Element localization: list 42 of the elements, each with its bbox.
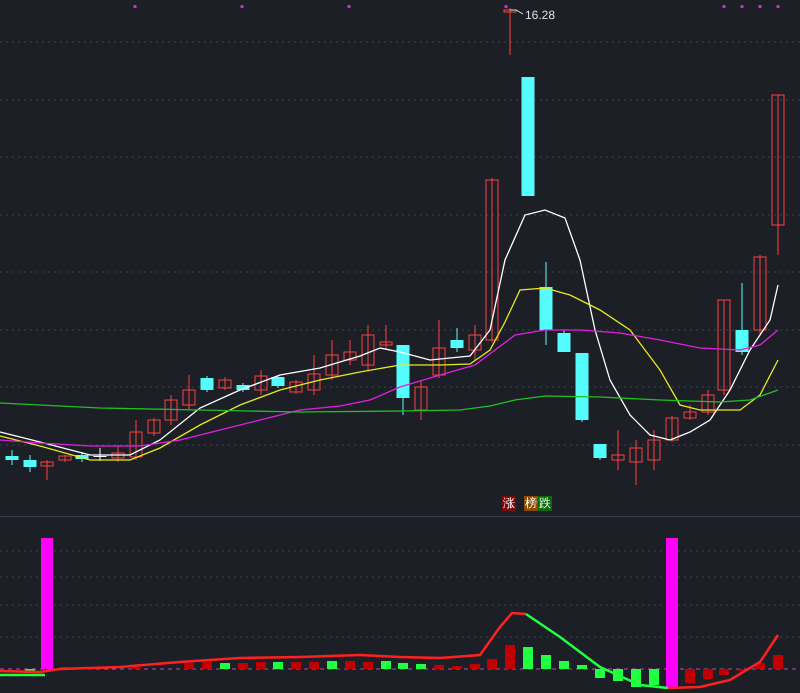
candle — [76, 452, 88, 462]
candle — [468, 324, 482, 360]
candle — [594, 444, 606, 460]
candle — [130, 420, 142, 460]
candle — [254, 370, 268, 396]
chart-tag: 榜 — [524, 496, 538, 511]
candle — [362, 324, 374, 370]
candle — [24, 454, 36, 472]
candle — [558, 330, 570, 352]
candle — [6, 450, 18, 466]
candle — [414, 380, 428, 420]
candle — [684, 404, 696, 420]
candle — [290, 380, 302, 394]
candle — [648, 430, 660, 470]
candle — [236, 382, 250, 392]
candle — [612, 430, 624, 470]
candle — [380, 324, 392, 350]
candle — [94, 448, 106, 462]
candle — [148, 418, 160, 436]
candle — [702, 390, 714, 416]
candle — [630, 440, 642, 486]
candle — [396, 344, 410, 416]
candle — [432, 320, 446, 378]
candle — [58, 454, 72, 462]
leader-line — [510, 10, 524, 14]
candle — [40, 460, 54, 480]
candle — [450, 328, 464, 352]
candle — [308, 354, 320, 396]
candle — [218, 376, 232, 390]
high-price-label: 16.28 — [525, 8, 556, 22]
candle — [666, 416, 678, 442]
chart-tag: 跌 — [538, 496, 552, 511]
candle — [200, 376, 214, 392]
candle — [182, 374, 196, 410]
candle — [272, 374, 284, 388]
candle — [326, 340, 338, 380]
chart-tag: 涨 — [502, 496, 516, 511]
candle — [504, 8, 516, 56]
candle — [112, 444, 124, 462]
candle — [344, 340, 356, 366]
candle — [576, 352, 588, 422]
candle — [164, 394, 178, 426]
